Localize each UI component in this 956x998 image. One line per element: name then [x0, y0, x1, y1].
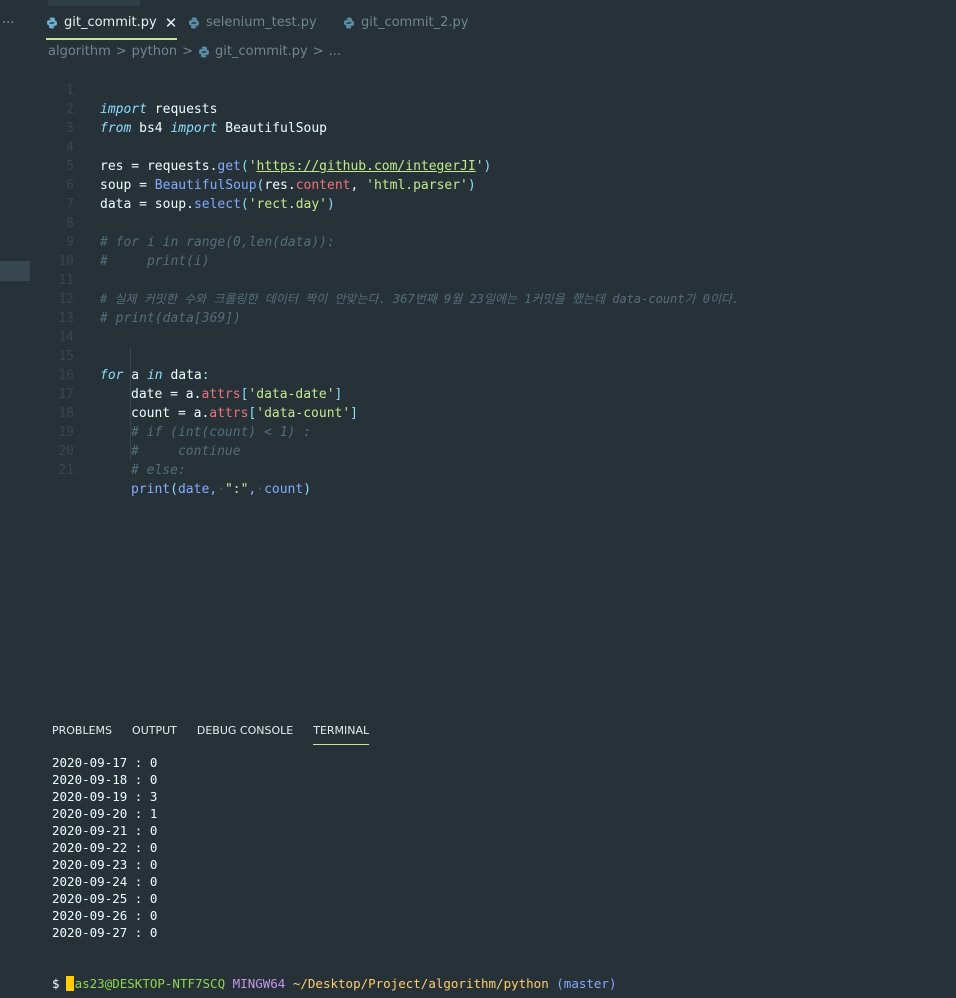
code-line[interactable]: 2 from bs4 import BeautifulSoup — [30, 81, 956, 136]
breadcrumb-item-algorithm[interactable]: algorithm — [48, 42, 111, 62]
tab-problems[interactable]: PROBLEMS — [52, 722, 112, 744]
terminal-line: 2020-09-18 : 0 — [52, 772, 158, 787]
prompt-system: MINGW64 — [232, 976, 286, 991]
terminal-output[interactable]: 2020-09-17 : 0 2020-09-18 : 0 2020-09-19… — [52, 754, 952, 941]
chevron-right-icon: > — [182, 44, 194, 59]
terminal-line: 2020-09-25 : 0 — [52, 891, 158, 906]
code-line[interactable]: 15 for a in data: — [30, 328, 956, 383]
code-line[interactable]: 20 # else: — [30, 423, 956, 478]
tab-git-commit[interactable]: git_commit.py ✕ — [46, 7, 178, 40]
gutter-highlight — [0, 261, 30, 281]
terminal-line: 2020-09-27 : 0 — [52, 925, 158, 940]
terminal-line: 2020-09-17 : 0 — [52, 755, 158, 770]
terminal-line: 2020-09-22 : 0 — [52, 840, 158, 855]
tab-top-indicator — [48, 0, 140, 6]
breadcrumb: algorithm > python > git_commit.py > ... — [48, 42, 341, 62]
comment: # else: — [131, 463, 186, 478]
tab-output[interactable]: OUTPUT — [132, 722, 177, 744]
terminal-input-line[interactable]: $ — [52, 975, 74, 992]
code-line[interactable]: 4 res = requests.get('https://github.com… — [30, 119, 956, 174]
python-file-icon — [344, 17, 354, 29]
line-number: 21 — [58, 463, 74, 478]
code-line[interactable]: 14 — [30, 309, 956, 345]
code-text: date, — [177, 482, 218, 497]
breadcrumb-item-python[interactable]: python — [132, 42, 177, 62]
code-line[interactable]: 17 count = a.attrs['data-count'] — [30, 366, 956, 421]
punctuation: ) — [303, 482, 312, 497]
more-actions-icon[interactable]: ... — [2, 12, 14, 27]
terminal-line: 2020-09-19 : 3 — [52, 789, 158, 804]
whitespace-marker: · — [256, 482, 265, 497]
python-file-icon — [189, 17, 199, 29]
whitespace-marker: · — [217, 482, 225, 497]
breadcrumb-item-file[interactable]: git_commit.py — [215, 42, 308, 62]
close-icon[interactable]: ✕ — [165, 7, 178, 39]
terminal-line: 2020-09-20 : 1 — [52, 806, 158, 821]
python-file-icon — [199, 46, 210, 58]
tab-label: selenium_test.py — [206, 15, 317, 30]
code-line[interactable]: 19 # continue — [30, 404, 956, 459]
string: ":" — [224, 482, 249, 497]
tab-git-commit-2[interactable]: git_commit_2.py — [343, 7, 468, 39]
tab-terminal[interactable]: TERMINAL — [313, 722, 370, 745]
tab-selenium-test[interactable]: selenium_test.py — [188, 7, 317, 39]
prompt-branch: (master) — [556, 976, 617, 991]
code-line[interactable]: 9 # print(i) — [30, 214, 956, 269]
editor-tab-bar: git_commit.py ✕ selenium_test.py git_com… — [30, 7, 956, 40]
tab-label: git_commit.py — [64, 14, 157, 30]
code-editor[interactable]: 1 import requests 2 from bs4 import Beau… — [30, 62, 956, 497]
code-line[interactable]: 11 # 실제 커밋한 수와 크롤링한 데이터 짝이 안맞는다. 367번째 9… — [30, 252, 956, 306]
terminal-cursor — [65, 976, 74, 991]
code-line[interactable]: 10 — [30, 233, 956, 269]
code-line[interactable]: 6 data = soup.select('rect.day') — [30, 157, 956, 212]
code-line[interactable]: 21 print(date,·":",·count) — [30, 442, 956, 497]
terminal-line: 2020-09-24 : 0 — [52, 874, 158, 889]
code-line[interactable]: 1 import requests — [30, 62, 956, 117]
code-line[interactable]: 5 soup = BeautifulSoup(res.content, 'htm… — [30, 138, 956, 193]
terminal-line: 2020-09-26 : 0 — [52, 908, 158, 923]
code-text: count — [264, 482, 304, 497]
prompt-user-host: kas23@DESKTOP-NTF7SCQ — [67, 976, 226, 991]
prompt-path: ~/Desktop/Project/algorithm/python — [292, 976, 549, 991]
code-line[interactable]: 7 — [30, 176, 956, 212]
terminal-line: 2020-09-21 : 0 — [52, 823, 158, 838]
activity-gutter — [0, 0, 30, 998]
punctuation: ( — [170, 482, 178, 497]
chevron-right-icon: > — [312, 44, 324, 59]
code-line[interactable]: 13 — [30, 290, 956, 326]
tab-label: git_commit_2.py — [361, 15, 469, 30]
panel-tab-bar: PROBLEMS OUTPUT DEBUG CONSOLE TERMINAL — [52, 722, 389, 746]
code-line[interactable]: 8 # for i in range(0,len(data)): — [30, 195, 956, 250]
code-line[interactable]: 3 — [30, 100, 956, 136]
prompt-symbol: $ — [52, 976, 60, 991]
code-line[interactable]: 12 # print(data[369]) — [30, 271, 956, 326]
tab-debug-console[interactable]: DEBUG CONSOLE — [197, 722, 293, 744]
code-line[interactable]: 16 date = a.attrs['data-date'] — [30, 347, 956, 402]
chevron-right-icon: > — [115, 44, 127, 59]
terminal-prompt: kas23@DESKTOP-NTF7SCQ MINGW64 ~/Desktop/… — [52, 958, 616, 991]
python-file-icon — [47, 17, 57, 28]
code-line[interactable]: 18 # if (int(count) < 1) : — [30, 385, 956, 440]
breadcrumb-item-more[interactable]: ... — [329, 42, 341, 62]
terminal-line: 2020-09-23 : 0 — [52, 857, 158, 872]
function-name: print — [131, 482, 171, 497]
